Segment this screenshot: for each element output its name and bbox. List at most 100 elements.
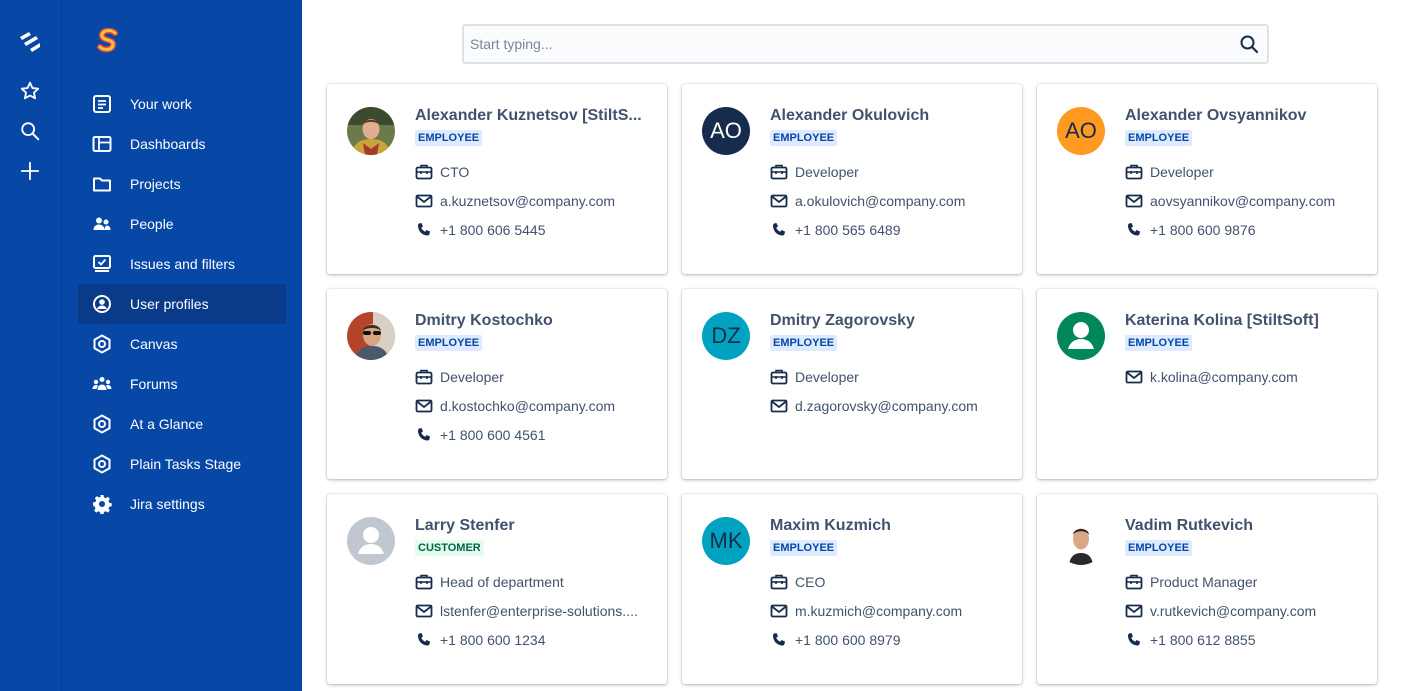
phone-icon bbox=[415, 631, 433, 649]
email-row: d.kostochko@company.com bbox=[415, 396, 655, 416]
sidebar-item-people[interactable]: People bbox=[78, 204, 286, 244]
user-card[interactable]: AO Alexander Ovsyannikov EMPLOYEE Develo… bbox=[1037, 84, 1377, 274]
user-card[interactable]: AO Alexander Okulovich EMPLOYEE Develope… bbox=[682, 84, 1022, 274]
status-badge: EMPLOYEE bbox=[1125, 335, 1193, 351]
user-name[interactable]: Dmitry Zagorovsky bbox=[770, 312, 1002, 330]
star-icon[interactable] bbox=[14, 75, 46, 107]
search-input[interactable] bbox=[470, 26, 1230, 62]
sidebar-item-label: People bbox=[130, 216, 174, 232]
user-name[interactable]: Vadim Rutkevich bbox=[1125, 517, 1357, 535]
user-email[interactable]: d.kostochko@company.com bbox=[440, 398, 615, 414]
user-phone[interactable]: +1 800 565 6489 bbox=[795, 222, 901, 238]
email-row: m.kuzmich@company.com bbox=[770, 601, 1010, 621]
phone-icon bbox=[770, 631, 788, 649]
global-nav-rail bbox=[0, 0, 62, 691]
user-name[interactable]: Larry Stenfer bbox=[415, 517, 647, 535]
hexagon-icon bbox=[91, 453, 113, 475]
user-name[interactable]: Alexander Okulovich bbox=[770, 107, 1002, 125]
user-email[interactable]: aovsyannikov@company.com bbox=[1150, 193, 1335, 209]
avatar: AO bbox=[702, 107, 750, 155]
role-row: Developer bbox=[1125, 162, 1365, 182]
user-name[interactable]: Alexander Ovsyannikov bbox=[1125, 107, 1357, 125]
stiltsoft-s-logo[interactable] bbox=[96, 27, 120, 54]
user-phone[interactable]: +1 800 606 5445 bbox=[440, 222, 546, 238]
forums-icon bbox=[91, 373, 113, 395]
mail-icon bbox=[770, 602, 788, 620]
user-name[interactable]: Katerina Kolina [StiltSoft] bbox=[1125, 312, 1357, 330]
email-row: d.zagorovsky@company.com bbox=[770, 396, 1010, 416]
user-phone[interactable]: +1 800 600 4561 bbox=[440, 427, 546, 443]
search-box bbox=[462, 24, 1269, 64]
status-badge: EMPLOYEE bbox=[1125, 540, 1193, 556]
email-row: a.kuznetsov@company.com bbox=[415, 191, 655, 211]
user-card[interactable]: Larry Stenfer CUSTOMER Head of departmen… bbox=[327, 494, 667, 684]
user-role: Developer bbox=[795, 369, 859, 385]
default-avatar-icon bbox=[347, 517, 395, 565]
user-role: Head of department bbox=[440, 574, 564, 590]
user-card[interactable]: Dmitry Kostochko EMPLOYEE Developer d.ko… bbox=[327, 289, 667, 479]
user-email[interactable]: a.kuznetsov@company.com bbox=[440, 193, 615, 209]
user-phone[interactable]: +1 800 600 1234 bbox=[440, 632, 546, 648]
phone-row: +1 800 600 1234 bbox=[415, 630, 655, 650]
user-phone[interactable]: +1 800 600 9876 bbox=[1150, 222, 1256, 238]
user-role: Product Manager bbox=[1150, 574, 1258, 590]
sidebar-item-issues-and-filters[interactable]: Issues and filters bbox=[78, 244, 286, 284]
sidebar-item-forums[interactable]: Forums bbox=[78, 364, 286, 404]
sidebar-item-projects[interactable]: Projects bbox=[78, 164, 286, 204]
sidebar-item-jira-settings[interactable]: Jira settings bbox=[78, 484, 286, 524]
status-badge: EMPLOYEE bbox=[770, 130, 838, 146]
mail-icon bbox=[770, 192, 788, 210]
user-role: Developer bbox=[440, 369, 504, 385]
user-role: Developer bbox=[1150, 164, 1214, 180]
user-phone[interactable]: +1 800 612 8855 bbox=[1150, 632, 1256, 648]
user-name[interactable]: Maxim Kuzmich bbox=[770, 517, 1002, 535]
user-email[interactable]: m.kuzmich@company.com bbox=[795, 603, 962, 619]
mail-icon bbox=[415, 602, 433, 620]
user-card[interactable]: Vadim Rutkevich EMPLOYEE Product Manager… bbox=[1037, 494, 1377, 684]
folder-icon bbox=[91, 173, 113, 195]
user-role: CTO bbox=[440, 164, 470, 180]
user-email[interactable]: d.zagorovsky@company.com bbox=[795, 398, 978, 414]
email-row: aovsyannikov@company.com bbox=[1125, 191, 1365, 211]
user-email[interactable]: v.rutkevich@company.com bbox=[1150, 603, 1316, 619]
status-badge: CUSTOMER bbox=[415, 540, 484, 556]
sidebar-item-dashboards[interactable]: Dashboards bbox=[78, 124, 286, 164]
phone-icon bbox=[1125, 631, 1143, 649]
user-card[interactable]: DZ Dmitry Zagorovsky EMPLOYEE Developer … bbox=[682, 289, 1022, 479]
briefcase-icon bbox=[1125, 573, 1143, 591]
plus-icon[interactable] bbox=[14, 155, 46, 187]
phone-icon bbox=[415, 221, 433, 239]
user-phone[interactable]: +1 800 600 8979 bbox=[795, 632, 901, 648]
user-name[interactable]: Alexander Kuznetsov [StiltS... bbox=[415, 107, 647, 125]
sidebar-item-label: Forums bbox=[130, 376, 178, 392]
search-icon[interactable] bbox=[1239, 34, 1259, 54]
user-email[interactable]: k.kolina@company.com bbox=[1150, 369, 1298, 385]
sidebar-item-label: Jira settings bbox=[130, 496, 205, 512]
email-row: v.rutkevich@company.com bbox=[1125, 601, 1365, 621]
role-row: Head of department bbox=[415, 572, 655, 592]
email-row: k.kolina@company.com bbox=[1125, 367, 1365, 387]
role-row: Product Manager bbox=[1125, 572, 1365, 592]
sidebar-item-your-work[interactable]: Your work bbox=[78, 84, 286, 124]
user-card[interactable]: Katerina Kolina [StiltSoft] EMPLOYEE k.k… bbox=[1037, 289, 1377, 479]
search-icon[interactable] bbox=[14, 115, 46, 147]
jira-logo-icon[interactable] bbox=[14, 26, 46, 58]
sidebar-item-canvas[interactable]: Canvas bbox=[78, 324, 286, 364]
avatar: AO bbox=[1057, 107, 1105, 155]
phone-icon bbox=[770, 221, 788, 239]
role-row: CEO bbox=[770, 572, 1010, 592]
user-email[interactable]: a.okulovich@company.com bbox=[795, 193, 965, 209]
briefcase-icon bbox=[770, 573, 788, 591]
user-card[interactable]: Alexander Kuznetsov [StiltS... EMPLOYEE … bbox=[327, 84, 667, 274]
sidebar-item-at-a-glance[interactable]: At a Glance bbox=[78, 404, 286, 444]
sidebar-item-label: Your work bbox=[130, 96, 192, 112]
user-card[interactable]: MK Maxim Kuzmich EMPLOYEE CEO m.kuzmich@… bbox=[682, 494, 1022, 684]
phone-row: +1 800 606 5445 bbox=[415, 220, 655, 240]
sidebar-item-plain-tasks-stage[interactable]: Plain Tasks Stage bbox=[78, 444, 286, 484]
sidebar-item-user-profiles[interactable]: User profiles bbox=[78, 284, 286, 324]
briefcase-icon bbox=[415, 368, 433, 386]
phone-row: +1 800 600 8979 bbox=[770, 630, 1010, 650]
user-email[interactable]: lstenfer@enterprise-solutions.... bbox=[440, 603, 638, 619]
user-role: CEO bbox=[795, 574, 826, 590]
user-name[interactable]: Dmitry Kostochko bbox=[415, 312, 647, 330]
